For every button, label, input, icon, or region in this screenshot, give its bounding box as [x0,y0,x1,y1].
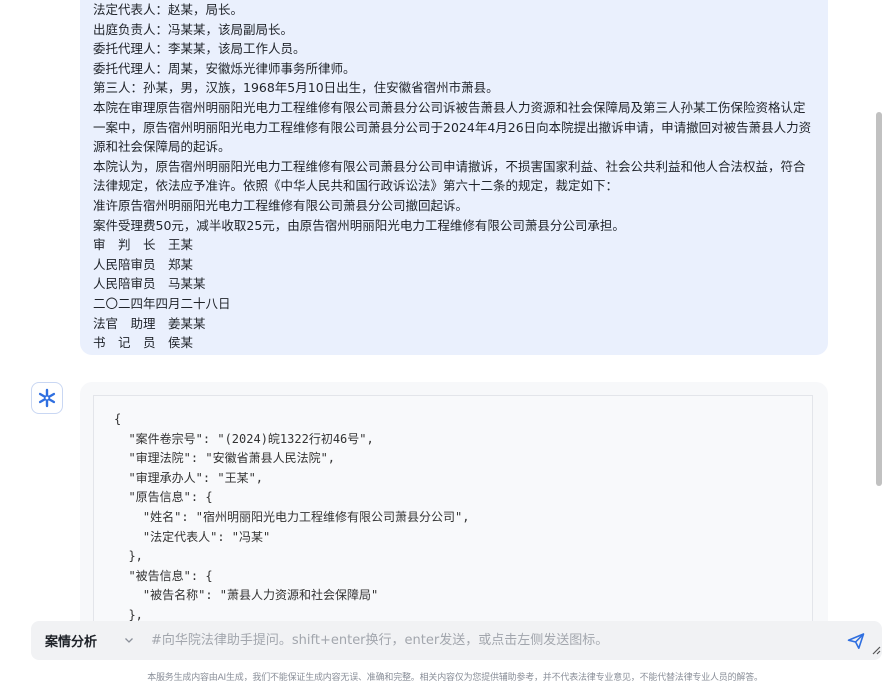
user-message-line: 本院认为，原告宿州明丽阳光电力工程维修有限公司萧县分公司申请撤诉，不损害国家利益… [93,158,806,194]
user-message-line: 准许原告宿州明丽阳光电力工程维修有限公司萧县分公司撤回起诉。 [93,197,469,213]
code-line: "审理法院": "安徽省萧县人民法院", [114,451,336,466]
code-line: "被告名称": "萧县人力资源和社会保障局" [114,588,379,603]
user-message-line: 出庭负责人：冯某某，该局副局长。 [93,21,294,37]
user-message-line: 案件受理费50元，减半收取25元，由原告宿州明丽阳光电力工程维修有限公司萧县分公… [93,217,625,233]
code-line: "案件卷宗号": "(2024)皖1322行初46号", [114,431,374,446]
code-line: "审理承办人": "王某", [114,470,264,485]
send-icon [847,633,865,649]
json-code-block: { "案件卷宗号": "(2024)皖1322行初46号", "审理法院": "… [93,395,813,625]
input-bar: 案情分析 [31,621,882,660]
user-message-line: 人民陪审员 郑某 [93,256,194,272]
code-line: "姓名": "宿州明丽阳光电力工程维修有限公司萧县分公司", [114,509,470,524]
user-message-line: 本院在审理原告宿州明丽阳光电力工程维修有限公司萧县分公司诉被告萧县人力资源和社会… [93,99,812,155]
resize-handle-icon[interactable] [871,645,881,655]
send-button[interactable] [845,630,867,652]
chat-page: 法定代表人：赵某，局长。出庭负责人：冯某某，该局副局长。 委托代理人：李某某，该局… [0,0,894,694]
user-message-line: 审 判 长 王某 [93,237,194,253]
user-message-bubble: 法定代表人：赵某，局长。出庭负责人：冯某某，该局副局长。 委托代理人：李某某，该局… [80,0,828,355]
mode-select-label: 案情分析 [45,635,98,650]
snowflake-logo-icon [36,387,58,409]
code-line: "法定代表人": "冯某" [114,529,271,544]
user-message-line: 委托代理人：李某某，该局工作人员。 [93,41,306,57]
chevron-down-icon [125,638,133,643]
user-message-line: 委托代理人：周某，安徽烁光律师事务所律师。 [93,60,356,76]
user-message-line: 法官 助理 姜某某 [93,315,206,331]
mode-select[interactable]: 案情分析 [31,621,143,660]
code-line: { [114,412,122,426]
user-message-line: 第三人：孙某，男，汉族，1968年5月10日出生，住安徽省宿州市萧县。 [93,80,499,96]
code-line: "被告信息": { [114,568,213,583]
user-message-line: 二〇二四年四月二十八日 [93,295,231,311]
scrollbar-thumb[interactable] [876,112,882,486]
code-line: "原告信息": { [114,490,213,505]
disclaimer-text: 本服务生成内容由AI生成，我们不能保证生成内容无误、准确和完整。相关内容仅为您提… [147,673,763,683]
chat-input[interactable] [151,621,811,660]
code-line: }, [114,549,143,564]
user-message-line: 人民陪审员 马某某 [93,276,206,292]
assistant-avatar [31,382,63,414]
user-message-line: 法定代表人：赵某，局长。 [93,2,244,17]
user-message-line: 书 记 员 侯某 [93,335,194,351]
